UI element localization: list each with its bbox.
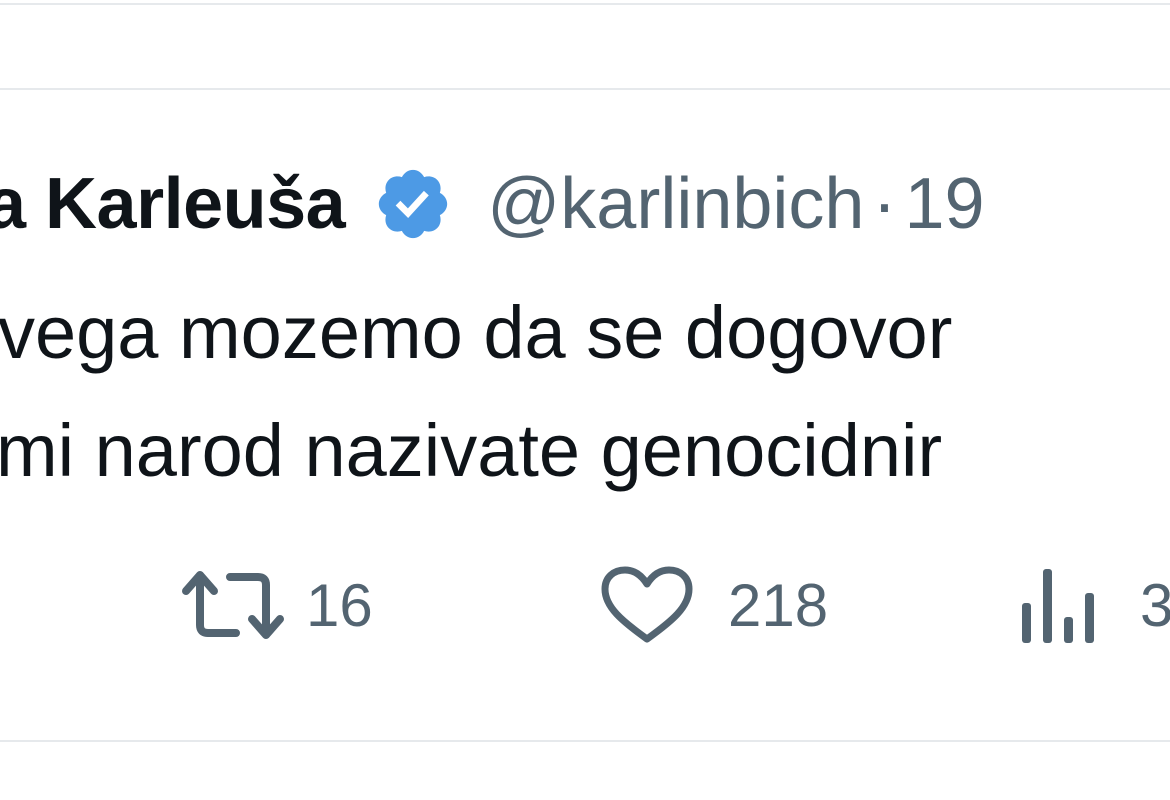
tweet-actions: 3 16 218 — [0, 560, 1170, 650]
retweet-count: 16 — [306, 571, 373, 639]
tweet-text-line-2: mi narod nazivate genocidnir — [0, 409, 943, 492]
tweet-text-line-1: vega mozemo da se dogovor — [0, 291, 953, 374]
views-button[interactable]: 3 — [1020, 560, 1170, 650]
heart-icon — [600, 565, 694, 645]
views-count: 3 — [1140, 571, 1170, 639]
retweet-button[interactable]: 16 — [180, 560, 373, 650]
reply-count: 3 — [0, 571, 1, 640]
top-divider — [0, 3, 1170, 5]
tweet-top-divider — [0, 88, 1170, 90]
tweet-screenshot: a Karleuša @karlinbich · 19 vega mozemo … — [0, 0, 1170, 800]
tweet-timestamp[interactable]: 19 — [904, 163, 984, 245]
user-handle[interactable]: @karlinbich — [487, 163, 864, 245]
tweet-bottom-divider — [0, 740, 1170, 742]
like-count: 218 — [728, 571, 829, 639]
verified-badge-icon — [373, 164, 453, 244]
tweet-header: a Karleuša @karlinbich · 19 — [0, 162, 985, 246]
analytics-icon — [1020, 565, 1100, 645]
meta-separator: · — [872, 164, 897, 244]
reply-button[interactable]: 3 — [0, 560, 1, 650]
like-button[interactable]: 218 — [600, 560, 828, 650]
retweet-icon — [180, 565, 286, 645]
display-name[interactable]: a Karleuša — [0, 163, 346, 245]
